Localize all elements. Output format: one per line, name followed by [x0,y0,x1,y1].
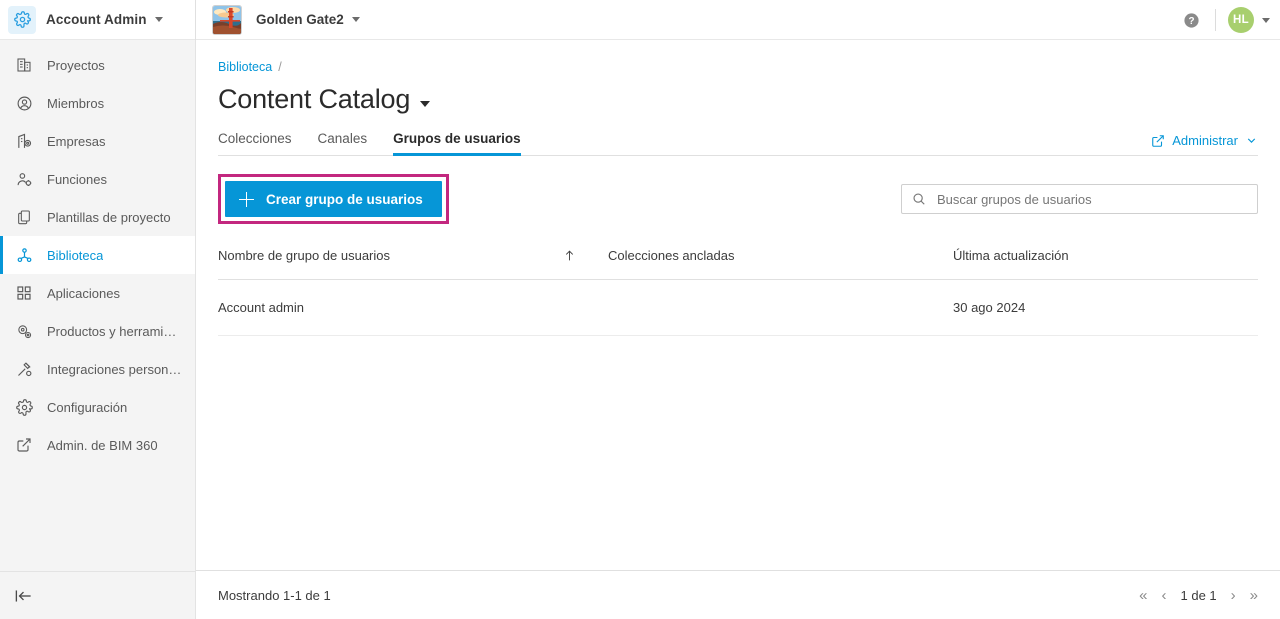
cell-group-name: Account admin [218,300,304,315]
sidebar-item-biblioteca[interactable]: Biblioteca [0,236,195,274]
gear-icon [8,5,36,34]
sidebar-item-label: Configuración [47,399,128,415]
user-circle-icon [14,93,34,113]
showing-count-label: Mostrando 1-1 de 1 [218,587,331,603]
collapse-sidebar-icon [14,588,33,604]
sidebar-item-label: Miembros [47,95,105,111]
pagination-page-label: 1 de 1 [1180,587,1217,603]
pagination-first-button[interactable]: « [1139,588,1147,603]
table-row[interactable]: Account admin 30 ago 2024 [218,280,1258,336]
sidebar-item-label: Proyectos [47,57,105,73]
cell-last-updated: 30 ago 2024 [953,300,1026,315]
search-icon [912,192,926,206]
sidebar-nav: Proyectos Miembros Empresas Funciones Pl… [0,40,195,571]
tab-grupos-de-usuarios[interactable]: Grupos de usuarios [393,131,521,156]
copy-pages-icon [14,207,34,227]
main-content: Biblioteca / Content Catalog Colecciones… [196,40,1280,619]
sidebar-item-label: Admin. de BIM 360 [47,437,158,453]
sidebar-item-miembros[interactable]: Miembros [0,84,195,122]
sidebar-item-label: Empresas [47,133,106,149]
breadcrumb-link-biblioteca[interactable]: Biblioteca [218,60,272,74]
tab-canales[interactable]: Canales [318,131,368,155]
building-icon [14,55,34,75]
sidebar-collapse-button[interactable] [0,571,195,619]
pagination-prev-button[interactable]: ‹ [1162,588,1167,603]
caret-down-icon[interactable] [420,100,431,107]
arrow-up-icon[interactable] [563,248,608,263]
sidebar-item-proyectos[interactable]: Proyectos [0,46,195,84]
column-header-name[interactable]: Nombre de grupo de usuarios [218,248,563,263]
gear-cluster-icon [14,321,34,341]
sidebar-item-label: Integraciones persona… [47,361,183,377]
account-admin-switcher[interactable]: Account Admin [0,0,196,40]
avatar[interactable]: HL [1228,7,1254,33]
tab-colecciones[interactable]: Colecciones [218,131,292,155]
account-admin-label: Account Admin [46,12,147,27]
gear-icon [14,397,34,417]
chevron-down-icon [351,17,360,22]
main-inner: Biblioteca / Content Catalog Colecciones… [196,40,1280,570]
sidebar-item-label: Plantillas de proyecto [47,209,171,225]
help-circle-icon[interactable]: ? [1177,6,1205,34]
external-link-icon [1151,134,1165,148]
company-badge-icon [14,131,34,151]
sidebar-item-plantillas-de-proyecto[interactable]: Plantillas de proyecto [0,198,195,236]
administrar-label: Administrar [1172,133,1238,148]
top-bar: Account Admin Golden Gate2 ? HL [0,0,1280,40]
sidebar-item-label: Productos y herramien… [47,323,183,339]
create-user-group-button[interactable]: Crear grupo de usuarios [225,181,442,217]
chevron-down-icon[interactable] [1262,17,1270,23]
create-user-group-highlight: Crear grupo de usuarios [218,174,449,224]
column-header-pinned-collections[interactable]: Colecciones ancladas [608,248,953,263]
sidebar-item-aplicaciones[interactable]: Aplicaciones [0,274,195,312]
project-name-label: Golden Gate2 [256,12,344,27]
plus-icon [239,191,254,207]
search-input[interactable]: Buscar grupos de usuarios [937,192,1092,207]
create-user-group-label: Crear grupo de usuarios [266,191,423,207]
chevron-down-icon [154,17,163,22]
svg-text:?: ? [1188,16,1194,27]
project-switcher[interactable]: Golden Gate2 [212,4,360,35]
pagination-next-button[interactable]: › [1231,588,1236,603]
sidebar-item-label: Aplicaciones [47,285,120,301]
search-user-groups-box[interactable]: Buscar grupos de usuarios [901,184,1258,214]
body: Proyectos Miembros Empresas Funciones Pl… [0,40,1280,619]
apps-grid-icon [14,283,34,303]
sidebar-item-funciones[interactable]: Funciones [0,160,195,198]
app-root: Account Admin Golden Gate2 ? HL Proyecto… [0,0,1280,619]
sidebar-item-configuracion[interactable]: Configuración [0,388,195,426]
page-title: Content Catalog [218,84,411,114]
breadcrumb-separator: / [278,60,282,74]
chevron-down-icon [1245,134,1258,147]
sidebar: Proyectos Miembros Empresas Funciones Pl… [0,40,196,619]
table-body: Account admin 30 ago 2024 [218,280,1258,336]
sidebar-item-label: Funciones [47,171,107,187]
sidebar-item-label: Biblioteca [47,247,104,263]
sidebar-item-empresas[interactable]: Empresas [0,122,195,160]
top-bar-right: ? HL [1177,0,1270,40]
divider [1215,9,1216,31]
user-groups-table: Nombre de grupo de usuarios Colecciones … [218,248,1258,570]
golden-gate-bridge-thumbnail [212,4,242,35]
pagination: « ‹ 1 de 1 › » [1139,588,1258,603]
sidebar-item-admin-de-bim-360[interactable]: Admin. de BIM 360 [0,426,195,464]
sidebar-item-integraciones-personalizadas[interactable]: Integraciones persona… [0,350,195,388]
user-gear-icon [14,169,34,189]
external-link-icon [14,435,34,455]
administrar-link[interactable]: Administrar [1151,133,1258,155]
tabs-row: Colecciones Canales Grupos de usuarios A… [218,131,1258,156]
page-title-row: Content Catalog [218,84,1258,115]
breadcrumb: Biblioteca / [218,40,1258,74]
column-header-last-updated[interactable]: Última actualización [953,248,1258,263]
table-footer: Mostrando 1-1 de 1 « ‹ 1 de 1 › » [196,570,1280,619]
tabs: Colecciones Canales Grupos de usuarios [218,131,521,156]
table-header: Nombre de grupo de usuarios Colecciones … [218,248,1258,280]
library-node-icon [14,245,34,265]
hammer-icon [14,359,34,379]
sidebar-item-productos-y-herramientas[interactable]: Productos y herramien… [0,312,195,350]
pagination-last-button[interactable]: » [1250,588,1258,603]
toolbar-row: Crear grupo de usuarios Buscar grupos de… [218,174,1258,224]
